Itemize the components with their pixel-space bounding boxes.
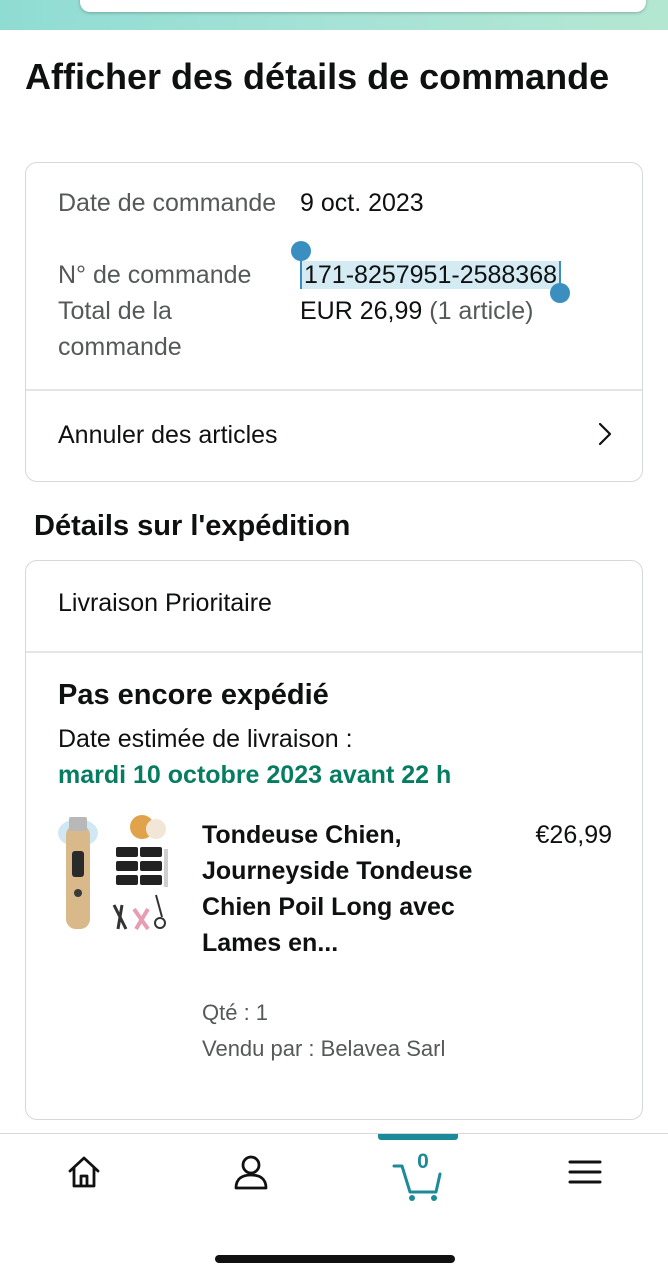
- active-tab-indicator: [378, 1134, 458, 1140]
- order-date-value: 9 oct. 2023: [300, 189, 424, 217]
- selection-start-handle[interactable]: [291, 241, 311, 261]
- order-number-value: 171-8257951-2588368: [304, 261, 558, 289]
- home-tab[interactable]: [44, 1152, 124, 1212]
- menu-icon: [568, 1160, 602, 1184]
- order-total-items: (1 article): [429, 297, 534, 325]
- cancel-items-label: Annuler des articles: [58, 421, 278, 449]
- order-date-label: Date de commande: [58, 189, 277, 217]
- home-indicator[interactable]: [215, 1255, 455, 1263]
- product-seller: Vendu par : Belavea Sarl: [202, 1036, 446, 1061]
- product-image[interactable]: [56, 813, 172, 937]
- cancel-items-link[interactable]: Annuler des articles: [26, 389, 642, 483]
- order-number-value-wrap: 171-8257951-2588368: [291, 241, 571, 303]
- order-total-label: Total de la commande: [58, 297, 182, 361]
- shipping-section-title: Détails sur l'expédition: [34, 510, 351, 542]
- selection-end-handle[interactable]: [550, 283, 571, 303]
- order-number-label: N° de commande: [58, 261, 252, 289]
- account-tab[interactable]: [211, 1152, 291, 1212]
- product-price: €26,99: [535, 821, 612, 849]
- product-quantity: Qté : 1: [202, 1000, 269, 1025]
- order-total-value: EUR 26,99: [300, 297, 423, 325]
- cart-count-badge: 0: [417, 1150, 429, 1173]
- selected-text-highlight[interactable]: 171-8257951-2588368: [291, 241, 571, 303]
- order-total-value-wrap: EUR 26,99 (1 article): [300, 293, 533, 329]
- chevron-right-icon: [598, 422, 612, 446]
- shipment-status: Pas encore expédié: [58, 679, 329, 711]
- account-icon: [234, 1155, 268, 1190]
- product-title-link[interactable]: Tondeuse Chien, Journeyside Tondeuse Chi…: [202, 817, 492, 961]
- cart-tab[interactable]: 0: [378, 1150, 458, 1212]
- search-bar[interactable]: [80, 0, 646, 12]
- shipping-method: Livraison Prioritaire: [58, 589, 272, 617]
- divider: [26, 651, 642, 653]
- page-title: Afficher des détails de commande: [25, 56, 610, 97]
- menu-tab[interactable]: [545, 1152, 625, 1212]
- shipment-card: Livraison Prioritaire Pas encore expédié…: [25, 560, 643, 1120]
- order-summary-card: Date de commande 9 oct. 2023 N° de comma…: [25, 162, 643, 482]
- delivery-estimate-date: mardi 10 octobre 2023 avant 22 h: [58, 761, 452, 789]
- delivery-estimate-label: Date estimée de livraison :: [58, 725, 353, 753]
- home-icon: [68, 1156, 100, 1188]
- top-banner: [0, 0, 668, 30]
